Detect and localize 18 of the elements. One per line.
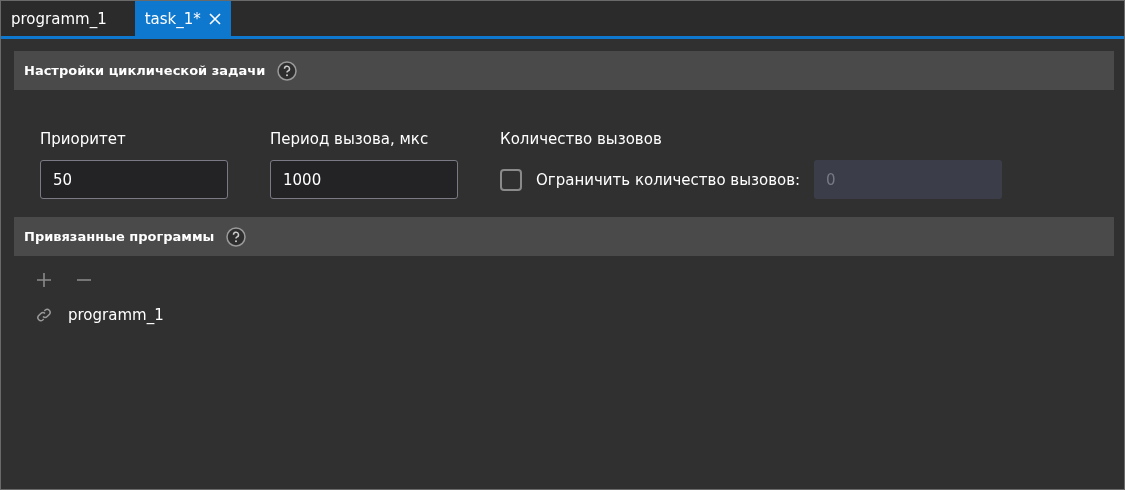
plus-icon <box>36 272 52 288</box>
program-name[interactable]: programm_1 <box>68 306 164 324</box>
section-title: Привязанные программы <box>24 229 215 244</box>
tab[interactable]: programm_1 <box>1 1 117 36</box>
minus-icon <box>76 279 92 281</box>
help-icon[interactable] <box>226 226 247 247</box>
help-icon[interactable] <box>277 60 298 81</box>
link-icon <box>36 307 52 323</box>
add-button[interactable] <box>36 272 52 288</box>
input-field[interactable]: 50 <box>40 160 228 199</box>
tab[interactable]: task_1* <box>134 1 231 36</box>
close-icon[interactable] <box>208 12 221 25</box>
field-label: Количество вызовов <box>500 130 663 148</box>
checkbox-label: Ограничить количество вызовов: <box>536 170 801 189</box>
input-field[interactable]: 1000 <box>270 160 458 199</box>
field-label: Период вызова, мкс <box>270 130 430 148</box>
section-title: Настройки циклической задачи <box>24 63 266 78</box>
field-label: Приоритет <box>40 130 127 148</box>
